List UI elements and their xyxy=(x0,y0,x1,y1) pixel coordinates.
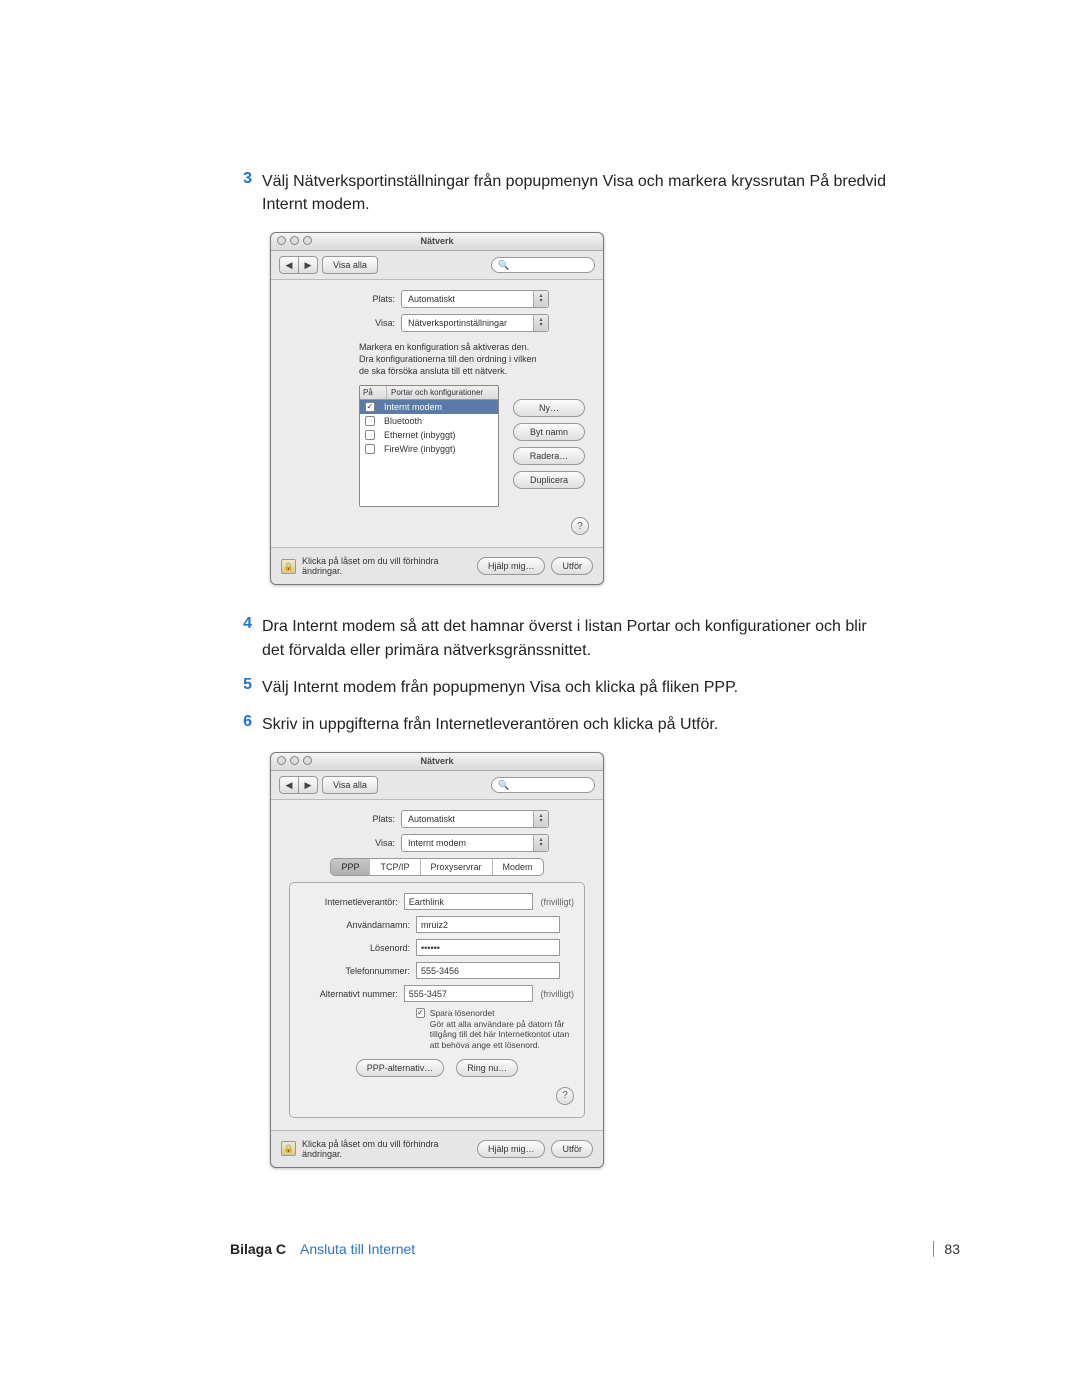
search-icon: 🔍 xyxy=(498,780,509,791)
minimize-icon[interactable] xyxy=(290,236,299,245)
password-field[interactable]: •••••• xyxy=(416,939,560,956)
ppp-options-button[interactable]: PPP-alternativ… xyxy=(356,1059,445,1077)
port-row-firewire[interactable]: FireWire (inbyggt) xyxy=(360,442,498,456)
tab-proxy[interactable]: Proxyservrar xyxy=(421,859,493,875)
save-password-checkbox[interactable] xyxy=(416,1008,425,1018)
page-footer: Bilaga C Ansluta till Internet 83 xyxy=(0,1241,1080,1257)
step-4: 4 Dra Internt modem så att det hamnar öv… xyxy=(230,615,890,661)
apply-button[interactable]: Utför xyxy=(551,557,593,575)
traffic-lights xyxy=(277,756,312,765)
location-popup[interactable]: Automatiskt▴▾ xyxy=(401,290,549,308)
port-list[interactable]: På Portar och konfigurationer Internt mo… xyxy=(359,385,499,507)
duplicate-button[interactable]: Duplicera xyxy=(513,471,585,489)
window-title: Nätverk xyxy=(420,236,453,246)
optional-hint: (frivilligt) xyxy=(541,897,575,907)
help-icon[interactable]: ? xyxy=(571,517,589,535)
chapter-title: Ansluta till Internet xyxy=(300,1241,933,1257)
tab-tcpip[interactable]: TCP/IP xyxy=(370,859,420,875)
toolbar: ◀ ▶ Visa alla 🔍 xyxy=(271,251,603,280)
step-6: 6 Skriv in uppgifterna från Internetleve… xyxy=(230,713,890,736)
page-number: 83 xyxy=(933,1241,960,1257)
step-number: 5 xyxy=(230,676,252,699)
show-all-button[interactable]: Visa alla xyxy=(322,256,378,274)
port-list-header: På Portar och konfigurationer xyxy=(360,386,498,400)
minimize-icon[interactable] xyxy=(290,756,299,765)
location-label: Plats: xyxy=(285,814,401,824)
port-row-bluetooth[interactable]: Bluetooth xyxy=(360,414,498,428)
apply-button[interactable]: Utför xyxy=(551,1140,593,1158)
step-5: 5 Välj Internt modem från popupmenyn Vis… xyxy=(230,676,890,699)
window-title: Nätverk xyxy=(420,756,453,766)
show-label: Visa: xyxy=(285,838,401,848)
help-me-button[interactable]: Hjälp mig… xyxy=(477,1140,546,1158)
appendix-label: Bilaga C xyxy=(230,1241,286,1257)
lock-icon[interactable]: 🔒 xyxy=(281,1141,296,1156)
lock-text: Klicka på låset om du vill förhindra änd… xyxy=(302,556,471,576)
checkbox-icon[interactable] xyxy=(365,402,375,412)
new-button[interactable]: Ny… xyxy=(513,399,585,417)
lock-text: Klicka på låset om du vill förhindra änd… xyxy=(302,1139,471,1159)
lock-icon[interactable]: 🔒 xyxy=(281,559,296,574)
step-number: 3 xyxy=(230,170,252,216)
isp-field[interactable]: Earthlink xyxy=(404,893,533,910)
search-icon: 🔍 xyxy=(498,260,509,271)
dial-now-button[interactable]: Ring nu… xyxy=(456,1059,518,1077)
screenshot-ports: Nätverk ◀ ▶ Visa alla 🔍 Plats: Automatis… xyxy=(270,232,604,585)
search-input[interactable]: 🔍 xyxy=(491,777,595,793)
port-row-ethernet[interactable]: Ethernet (inbyggt) xyxy=(360,428,498,442)
zoom-icon[interactable] xyxy=(303,756,312,765)
checkbox-icon[interactable] xyxy=(365,430,375,440)
tab-modem[interactable]: Modem xyxy=(493,859,543,875)
zoom-icon[interactable] xyxy=(303,236,312,245)
window-titlebar: Nätverk xyxy=(271,753,603,771)
ppp-panel: Internetleverantör: Earthlink (frivillig… xyxy=(289,882,585,1118)
show-label: Visa: xyxy=(285,318,401,328)
telephone-label: Telefonnummer: xyxy=(300,966,416,976)
traffic-lights xyxy=(277,236,312,245)
close-icon[interactable] xyxy=(277,236,286,245)
tab-bar: PPP TCP/IP Proxyservrar Modem xyxy=(285,858,589,876)
toolbar: ◀ ▶ Visa alla 🔍 xyxy=(271,771,603,800)
checkbox-icon[interactable] xyxy=(365,416,375,426)
forward-button[interactable]: ▶ xyxy=(298,256,318,274)
step-text: Skriv in uppgifterna från Internetlevera… xyxy=(262,713,718,736)
search-input[interactable]: 🔍 xyxy=(491,257,595,273)
isp-label: Internetleverantör: xyxy=(300,897,404,907)
back-button[interactable]: ◀ xyxy=(279,776,298,794)
step-number: 6 xyxy=(230,713,252,736)
delete-button[interactable]: Radera… xyxy=(513,447,585,465)
screenshot-ppp: Nätverk ◀ ▶ Visa alla 🔍 Plats: Automatis… xyxy=(270,752,604,1168)
forward-button[interactable]: ▶ xyxy=(298,776,318,794)
step-3: 3 Välj Nätverksportinställningar från po… xyxy=(230,170,890,216)
help-icon[interactable]: ? xyxy=(556,1087,574,1105)
location-popup[interactable]: Automatiskt▴▾ xyxy=(401,810,549,828)
username-label: Användarnamn: xyxy=(300,920,416,930)
step-text: Dra Internt modem så att det hamnar över… xyxy=(262,615,890,661)
page: 3 Välj Nätverksportinställningar från po… xyxy=(0,0,1080,1397)
location-label: Plats: xyxy=(285,294,401,304)
close-icon[interactable] xyxy=(277,756,286,765)
step-text: Välj Internt modem från popupmenyn Visa … xyxy=(262,676,738,699)
password-label: Lösenord: xyxy=(300,943,416,953)
telephone-field[interactable]: 555-3456 xyxy=(416,962,560,979)
altnumber-label: Alternativt nummer: xyxy=(300,989,404,999)
optional-hint: (frivilligt) xyxy=(541,989,575,999)
show-popup[interactable]: Internt modem▴▾ xyxy=(401,834,549,852)
window-titlebar: Nätverk xyxy=(271,233,603,251)
altnumber-field[interactable]: 555-3457 xyxy=(404,985,533,1002)
step-number: 4 xyxy=(230,615,252,661)
tab-ppp[interactable]: PPP xyxy=(331,859,370,875)
port-row-internal-modem[interactable]: Internt modem xyxy=(360,400,498,414)
username-field[interactable]: mruiz2 xyxy=(416,916,560,933)
checkbox-icon[interactable] xyxy=(365,444,375,454)
step-text: Välj Nätverksportinställningar från popu… xyxy=(262,170,890,216)
back-button[interactable]: ◀ xyxy=(279,256,298,274)
help-me-button[interactable]: Hjälp mig… xyxy=(477,557,546,575)
show-popup[interactable]: Nätverksportinställningar▴▾ xyxy=(401,314,549,332)
rename-button[interactable]: Byt namn xyxy=(513,423,585,441)
show-all-button[interactable]: Visa alla xyxy=(322,776,378,794)
save-password-text: Spara lösenordet Gör att alla användare … xyxy=(430,1008,574,1051)
port-instructions: Markera en konfiguration så aktiveras de… xyxy=(359,342,539,377)
